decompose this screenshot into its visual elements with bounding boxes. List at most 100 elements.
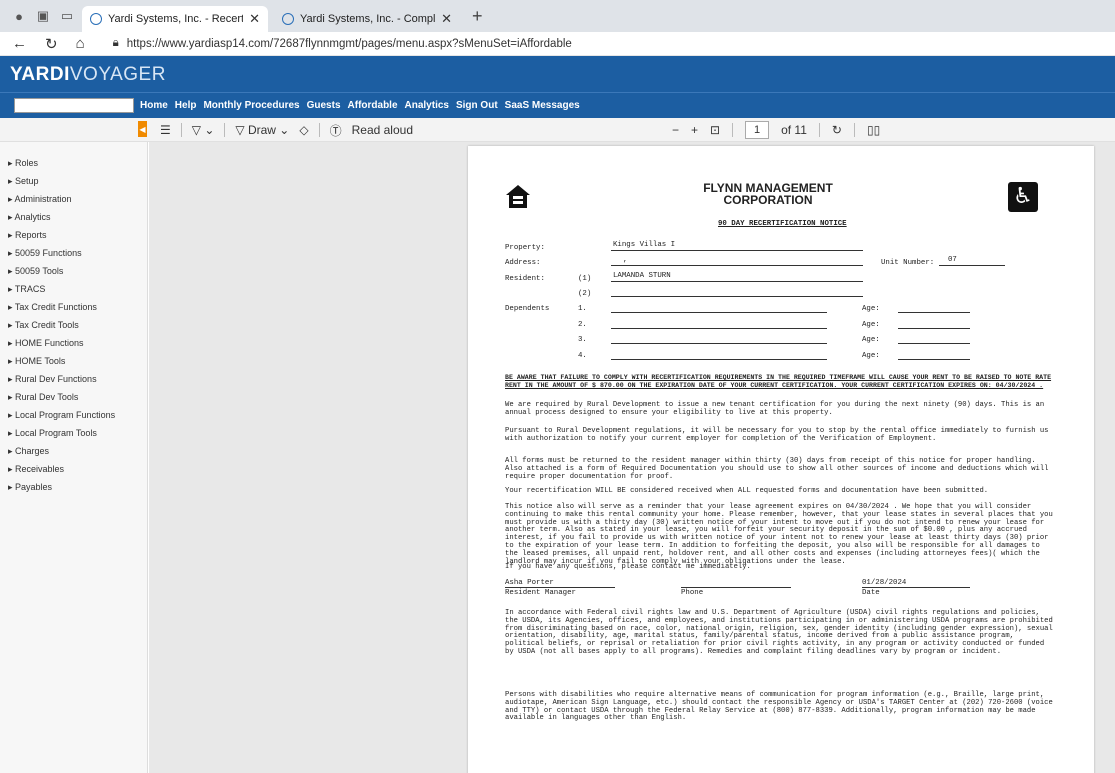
disabilities-paragraph: Persons with disabilities who require al… [505, 691, 1053, 723]
zoom-out-button[interactable]: − [672, 123, 679, 137]
sidebar-item-roles[interactable]: ▸ Roles [0, 154, 147, 172]
sidebar-item-rural-dev-tools[interactable]: ▸ Rural Dev Tools [0, 388, 147, 406]
underline [898, 328, 970, 329]
sidebar-item-label: Local Program Tools [15, 428, 97, 438]
url-text: https://www.yardiasp14.com/72687flynnmgm… [126, 37, 572, 50]
sidebar-item-charges[interactable]: ▸ Charges [0, 442, 147, 460]
rotate-icon[interactable]: ↻ [832, 123, 842, 137]
divider [318, 123, 320, 137]
menu-saas-messages[interactable]: SaaS Messages [505, 100, 580, 111]
back-icon[interactable]: ← [12, 35, 27, 52]
sidebar-item-label: 50059 Functions [15, 248, 82, 258]
menu-guests[interactable]: Guests [307, 100, 341, 111]
address-value: , [623, 256, 628, 264]
tab-compliance[interactable]: Yardi Systems, Inc. - Compliance ✕ [274, 6, 460, 32]
page-view-icon[interactable]: ▯▯ [867, 123, 880, 137]
tab-recertification[interactable]: Yardi Systems, Inc. - Recertificatio ✕ [82, 6, 268, 32]
search-input[interactable] [14, 98, 134, 113]
divider [853, 123, 855, 137]
divider [180, 123, 182, 137]
menu-affordable[interactable]: Affordable [348, 100, 398, 111]
sidebar-item-label: Receivables [15, 464, 65, 474]
sidebar-item-label: Administration [14, 194, 72, 204]
sidebar-item-tax-credit-functions[interactable]: ▸ Tax Credit Functions [0, 298, 147, 316]
paragraph: We are required by Rural Development to … [505, 401, 1045, 417]
dependents-label: Dependents [505, 305, 550, 313]
underline [505, 587, 615, 588]
sidebar-item-home-functions[interactable]: ▸ HOME Functions [0, 334, 147, 352]
sidebar-item-home-tools[interactable]: ▸ HOME Tools [0, 352, 147, 370]
underline [611, 312, 827, 313]
chevron-right-icon: ▸ [8, 428, 16, 438]
sidebar-item-label: Roles [15, 158, 39, 168]
divider [732, 123, 734, 137]
highlight-icon[interactable]: ▽ ⌄ [192, 123, 215, 137]
chevron-right-icon: ▸ [8, 464, 16, 474]
date-value: 01/28/2024 [862, 579, 907, 587]
menu-analytics[interactable]: Analytics [405, 100, 449, 111]
chevron-right-icon: ▸ [8, 356, 16, 366]
underline [611, 281, 863, 282]
chevron-right-icon: ▸ [8, 338, 16, 348]
eraser-icon[interactable]: ◇ [299, 123, 308, 137]
menu-monthly-procedures[interactable]: Monthly Procedures [203, 100, 299, 111]
sidebar-item-local-program-functions[interactable]: ▸ Local Program Functions [0, 406, 147, 424]
property-value: Kings Villas I [613, 241, 676, 249]
collapse-sidebar-button[interactable]: ◀ [138, 121, 147, 137]
refresh-icon[interactable]: ↻ [45, 35, 58, 53]
sidebar-item-label: HOME Functions [15, 338, 84, 348]
fit-page-icon[interactable]: ⊡ [710, 123, 720, 137]
pdf-page: ♿ FLYNN MANAGEMENT CORPORATION 90 DAY REC… [468, 146, 1094, 773]
underline [898, 312, 970, 313]
manager-name: Asha Porter [505, 579, 554, 587]
chevron-right-icon: ▸ [8, 284, 15, 294]
sidebar-item-receivables[interactable]: ▸ Receivables [0, 460, 147, 478]
sidebar-item-setup[interactable]: ▸ Setup [0, 172, 147, 190]
menu-home[interactable]: Home [140, 100, 168, 111]
paragraph: If you have any questions, please contac… [505, 563, 751, 571]
close-tab-icon[interactable]: ✕ [249, 11, 260, 27]
underline [611, 265, 863, 266]
underline [862, 587, 970, 588]
sidebar-item-label: Charges [15, 446, 50, 456]
sidebar-item-label: Setup [15, 176, 39, 186]
menu-sign-out[interactable]: Sign Out [456, 100, 498, 111]
sidebar-item-50059-tools[interactable]: ▸ 50059 Tools [0, 262, 147, 280]
draw-button[interactable]: ▽ Draw ⌄ [235, 123, 289, 137]
tab-actions-icon[interactable]: ▭ [58, 7, 76, 25]
chevron-right-icon: ▸ [8, 176, 16, 186]
new-tab-button[interactable]: + [466, 6, 489, 27]
text-icon[interactable]: Ⓣ [330, 122, 342, 139]
sidebar-item-rural-dev-functions[interactable]: ▸ Rural Dev Functions [0, 370, 147, 388]
sidebar-item-payables[interactable]: ▸ Payables [0, 478, 147, 496]
sidebar-item-reports[interactable]: ▸ Reports [0, 226, 147, 244]
contents-icon[interactable]: ☰ [160, 123, 171, 137]
read-aloud-button[interactable]: Read aloud [352, 123, 413, 137]
zoom-in-button[interactable]: + [691, 123, 698, 137]
tab-title: Yardi Systems, Inc. - Recertificatio [108, 13, 244, 25]
underline [611, 343, 827, 344]
sidebar-item-50059-functions[interactable]: ▸ 50059 Functions [0, 244, 147, 262]
home-icon[interactable]: ⌂ [76, 35, 85, 52]
browser-tab-bar: ● ▣ ▭ Yardi Systems, Inc. - Recertificat… [0, 0, 1115, 32]
app-header: YARDIVOYAGER [0, 56, 1115, 92]
menu-help[interactable]: Help [175, 100, 197, 111]
sidebar-item-label: HOME Tools [15, 356, 66, 366]
collections-icon[interactable]: ▣ [34, 7, 52, 25]
url-field[interactable]: 🔒︎ https://www.yardiasp14.com/72687flynn… [113, 37, 572, 50]
sidebar-item-local-program-tools[interactable]: ▸ Local Program Tools [0, 424, 147, 442]
sidebar-item-administration[interactable]: ▸ Administration [0, 190, 147, 208]
sidebar-item-label: Rural Dev Tools [15, 392, 79, 402]
paragraph: This notice also will serve as a reminde… [505, 503, 1053, 566]
resident-1-value: LAMANDA STURN [613, 272, 671, 280]
profile-icon[interactable]: ● [10, 7, 28, 25]
sidebar-item-label: Payables [15, 482, 53, 492]
sidebar-item-tax-credit-tools[interactable]: ▸ Tax Credit Tools [0, 316, 147, 334]
resident-label: Resident: [505, 275, 545, 283]
close-tab-icon[interactable]: ✕ [441, 11, 452, 27]
lock-icon: 🔒︎ [112, 37, 119, 49]
sidebar-item-analytics[interactable]: ▸ Analytics [0, 208, 147, 226]
left-nav: ▸ Roles ▸ Setup ▸ Administration ▸ Analytic… [0, 142, 148, 773]
page-number-input[interactable]: 1 [745, 121, 770, 139]
sidebar-item-tracs[interactable]: ▸ TRACS [0, 280, 147, 298]
